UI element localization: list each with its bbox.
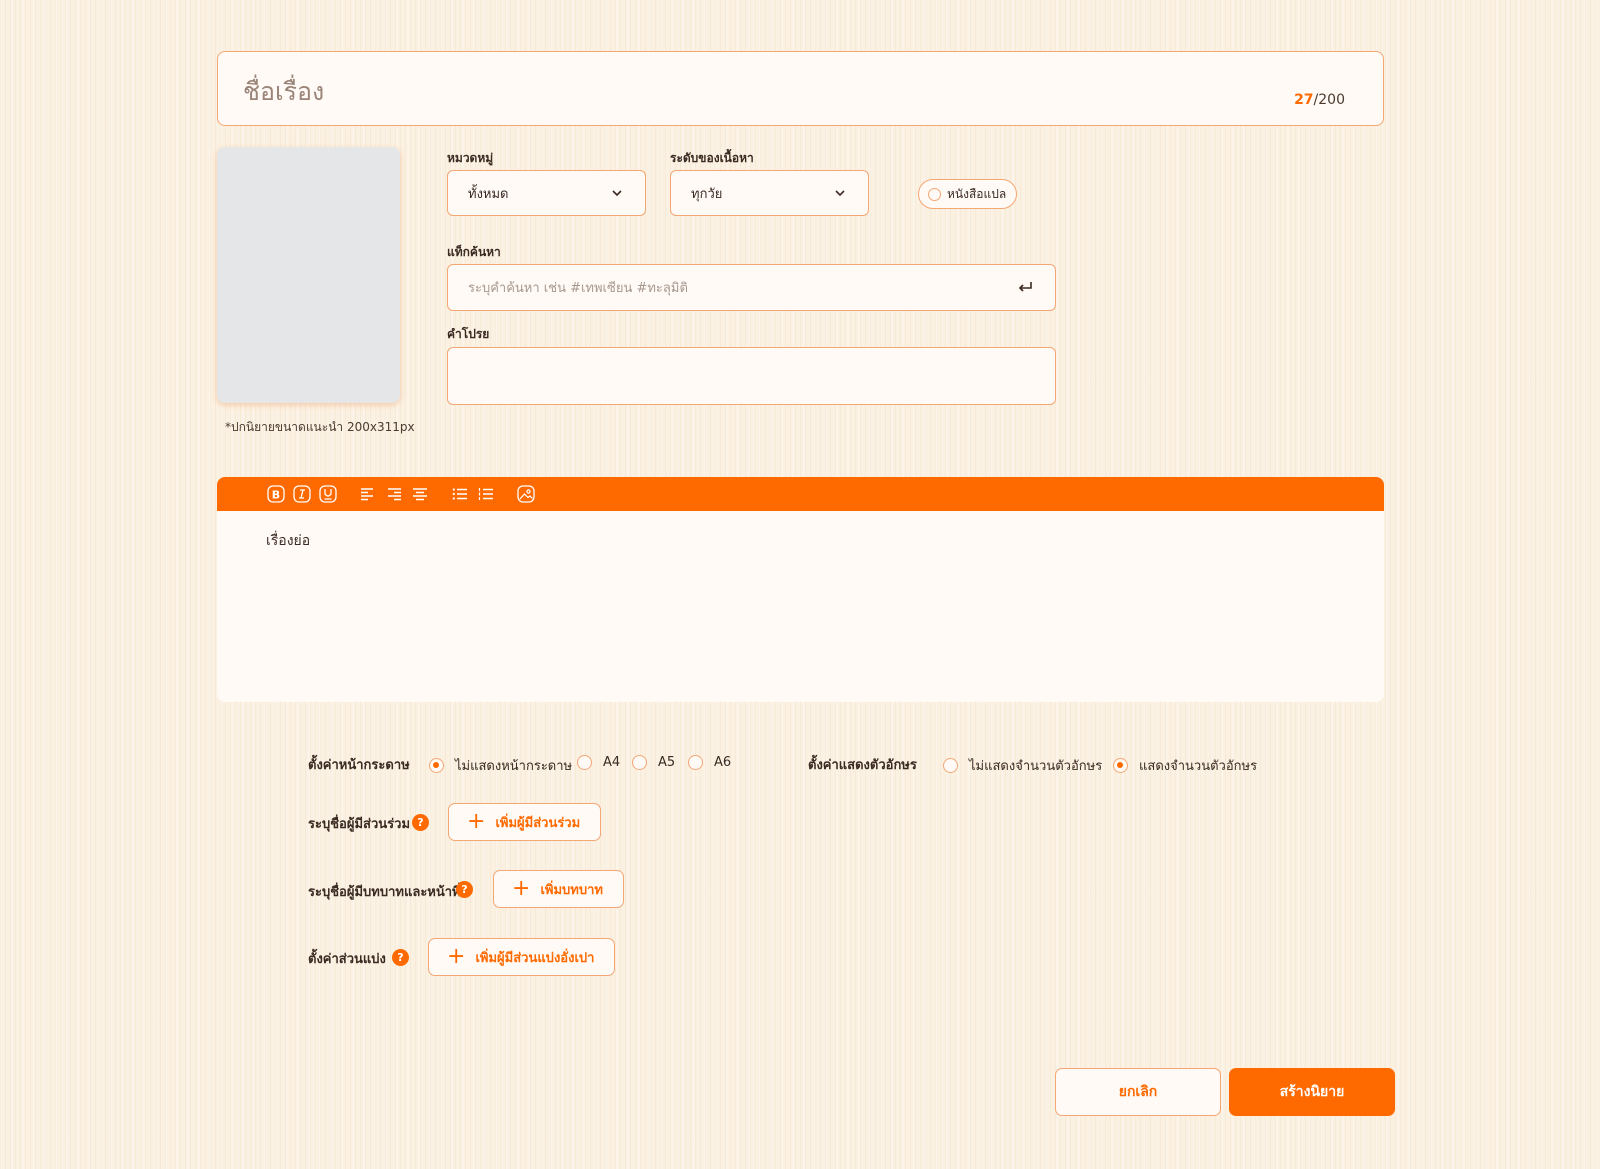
- translated-radio[interactable]: [928, 187, 941, 201]
- translated-book-toggle[interactable]: หนังสือแปล: [918, 179, 1017, 209]
- cancel-button[interactable]: ยกเลิก: [1055, 1068, 1221, 1116]
- page-option-none[interactable]: ไม่แสดงหน้ากระดาษ: [429, 755, 572, 776]
- chevron-down-icon: [835, 190, 845, 197]
- revenue-share-help-icon[interactable]: ?: [392, 949, 409, 966]
- title-input[interactable]: ชื่อเรื่อง 27/200: [217, 51, 1384, 126]
- align-left-icon[interactable]: [359, 485, 377, 503]
- plus-icon: +: [447, 944, 466, 969]
- page-option-a5-radio[interactable]: [632, 755, 647, 770]
- synopsis-editor[interactable]: B เรื่องย่อ: [217, 477, 1384, 702]
- plus-icon: +: [512, 876, 531, 901]
- add-participant-button[interactable]: + เพิ่มผู้มีส่วนร่วม: [448, 803, 602, 841]
- synopsis-placeholder: เรื่องย่อ: [266, 533, 311, 549]
- tags-input[interactable]: ระบุคำค้นหา เช่น #เทพเซียน #ทะลุมิติ: [447, 264, 1056, 311]
- image-icon[interactable]: [517, 485, 535, 503]
- page-option-a5[interactable]: A5: [632, 755, 675, 770]
- align-center-icon[interactable]: [411, 485, 429, 503]
- bullet-list-icon[interactable]: [451, 485, 469, 503]
- enter-icon[interactable]: [1017, 280, 1033, 294]
- char-option-show-radio[interactable]: [1113, 758, 1128, 773]
- add-role-label: เพิ่มบทบาท: [540, 882, 603, 898]
- char-option-show[interactable]: แสดงจำนวนตัวอักษร: [1113, 755, 1257, 776]
- page-option-a6-radio[interactable]: [688, 755, 703, 770]
- editor-toolbar: B: [217, 477, 1384, 511]
- roles-help-icon[interactable]: ?: [456, 881, 473, 898]
- add-participant-label: เพิ่มผู้มีส่วนร่วม: [495, 815, 581, 831]
- italic-icon[interactable]: [293, 485, 311, 503]
- tags-placeholder: ระบุคำค้นหา เช่น #เทพเซียน #ทะลุมิติ: [468, 281, 688, 296]
- chevron-down-icon: [612, 190, 622, 197]
- char-option-show-label: แสดงจำนวนตัวอักษร: [1139, 759, 1258, 774]
- page-option-a4-radio[interactable]: [577, 755, 592, 770]
- svg-text:B: B: [272, 489, 280, 502]
- page-setting-label: ตั้งค่าหน้ากระดาษ: [308, 758, 410, 773]
- page-option-a4[interactable]: A4: [577, 755, 620, 770]
- char-option-hide[interactable]: ไม่แสดงจำนวนตัวอักษร: [943, 755, 1102, 776]
- content-level-label: ระดับของเนื้อหา: [670, 151, 754, 165]
- add-revenue-share-label: เพิ่มผู้มีส่วนแบ่งอั่งเปา: [475, 950, 595, 966]
- category-select[interactable]: ทั้งหมด: [447, 170, 646, 216]
- category-label: หมวดหมู่: [447, 151, 494, 165]
- page-option-none-label: ไม่แสดงหน้ากระดาษ: [455, 759, 573, 774]
- page-option-a4-label: A4: [603, 755, 621, 770]
- title-char-counter: 27/200: [1294, 92, 1345, 108]
- title-placeholder: ชื่อเรื่อง: [243, 77, 325, 106]
- page-option-a6-label: A6: [714, 755, 732, 770]
- create-novel-button[interactable]: สร้างนิยาย: [1229, 1068, 1395, 1116]
- promo-label: คำโปรย: [447, 327, 490, 341]
- char-setting-label: ตั้งค่าแสดงตัวอักษร: [808, 758, 917, 773]
- align-right-icon[interactable]: [385, 485, 403, 503]
- add-role-button[interactable]: + เพิ่มบทบาท: [493, 870, 624, 908]
- tags-label: แท็กค้นหา: [447, 245, 501, 259]
- content-level-value: ทุกวัย: [691, 186, 723, 202]
- page-option-a5-label: A5: [658, 755, 676, 770]
- roles-label: ระบุชื่อผู้มีบทบาทและหน้าที่: [308, 885, 461, 900]
- char-option-hide-radio[interactable]: [943, 758, 958, 773]
- title-char-max: /200: [1313, 92, 1345, 108]
- page-option-none-radio[interactable]: [429, 758, 444, 773]
- char-option-hide-label: ไม่แสดงจำนวนตัวอักษร: [969, 759, 1103, 774]
- translated-label: หนังสือแปล: [947, 186, 1007, 201]
- numbered-list-icon[interactable]: [477, 485, 495, 503]
- participants-help-icon[interactable]: ?: [412, 814, 429, 831]
- add-revenue-share-button[interactable]: + เพิ่มผู้มีส่วนแบ่งอั่งเปา: [428, 938, 616, 976]
- promo-input[interactable]: [447, 347, 1056, 405]
- content-level-select[interactable]: ทุกวัย: [670, 170, 869, 216]
- category-value: ทั้งหมด: [468, 186, 509, 202]
- cover-image-upload[interactable]: [217, 147, 400, 403]
- revenue-share-label: ตั้งค่าส่วนแบ่ง: [308, 952, 386, 967]
- page-option-a6[interactable]: A6: [688, 755, 731, 770]
- cover-size-hint: *ปกนิยายขนาดแนะนำ 200x311px: [225, 420, 415, 434]
- bold-icon[interactable]: B: [267, 485, 285, 503]
- title-char-count: 27: [1294, 92, 1314, 108]
- underline-icon[interactable]: [319, 485, 337, 503]
- plus-icon: +: [467, 809, 486, 834]
- participants-label: ระบุชื่อผู้มีส่วนร่วม: [308, 817, 411, 832]
